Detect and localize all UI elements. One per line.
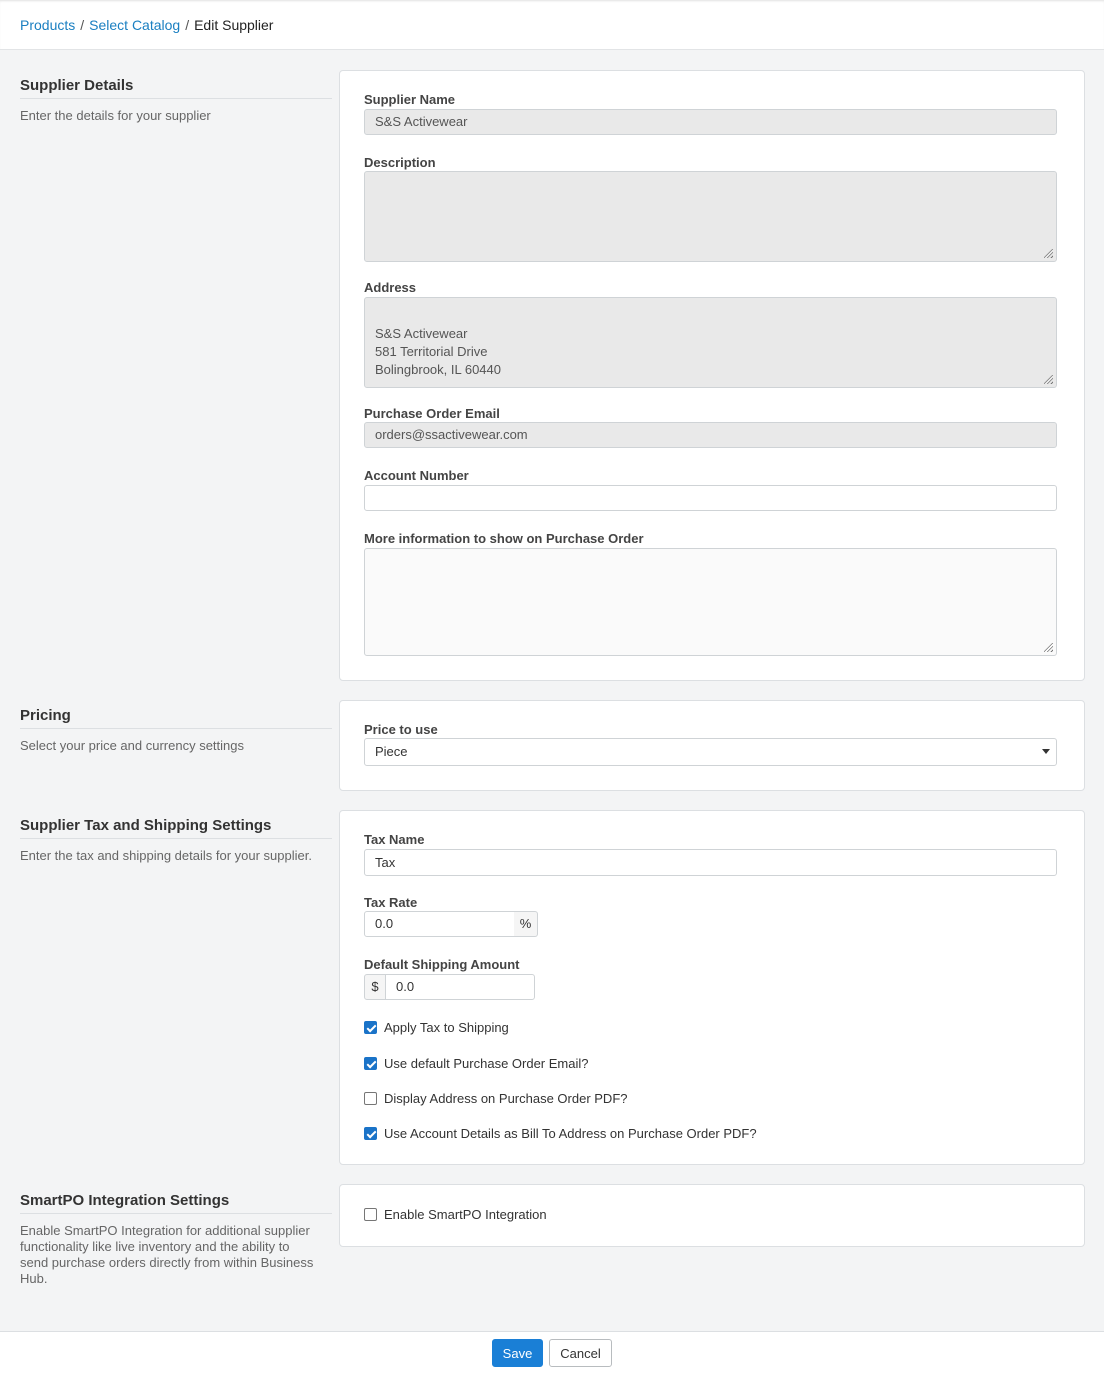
dollar-addon: $ <box>364 974 386 1000</box>
breadcrumb-link-products[interactable]: Products <box>20 17 75 33</box>
footer-bar: Save Cancel <box>0 1331 1104 1375</box>
resize-handle-icon[interactable] <box>1044 643 1053 652</box>
save-button[interactable]: Save <box>492 1339 543 1367</box>
tax-name-input[interactable]: Tax <box>364 849 1057 876</box>
smartpo-title: SmartPO Integration Settings <box>20 1192 332 1214</box>
smartpo-description: Enable SmartPO Integration for additiona… <box>20 1223 314 1286</box>
account-number-input[interactable] <box>364 485 1057 511</box>
shipping-label: Default Shipping Amount <box>364 957 520 972</box>
smartpo-checkbox[interactable] <box>364 1208 377 1221</box>
smartpo-label: Enable SmartPO Integration <box>384 1207 547 1222</box>
more-info-label: More information to show on Purchase Ord… <box>364 531 644 546</box>
supplier-details-title: Supplier Details <box>20 77 332 99</box>
pricing-intro: Pricing Select your price and currency s… <box>20 707 332 754</box>
smartpo-intro: SmartPO Integration Settings Enable Smar… <box>20 1192 332 1287</box>
supplier-name-label: Supplier Name <box>364 92 456 107</box>
address-label: Address <box>364 280 417 295</box>
apply-tax-shipping-label: Apply Tax to Shipping <box>384 1020 509 1035</box>
default-po-email-checkbox[interactable] <box>364 1057 377 1070</box>
breadcrumb-link-select-catalog[interactable]: Select Catalog <box>89 17 180 33</box>
smartpo-card: Enable SmartPO Integration <box>339 1184 1085 1247</box>
pricing-description: Select your price and currency settings <box>20 738 244 753</box>
po-email-input[interactable]: orders@ssactivewear.com <box>364 422 1057 448</box>
tax-shipping-intro: Supplier Tax and Shipping Settings Enter… <box>20 817 332 864</box>
breadcrumb: Products / Select Catalog / Edit Supplier <box>20 17 273 33</box>
price-to-use-select[interactable]: Piece <box>364 738 1057 766</box>
breadcrumb-separator: / <box>80 17 85 33</box>
supplier-details-intro: Supplier Details Enter the details for y… <box>20 77 332 124</box>
apply-tax-shipping-checkbox[interactable] <box>364 1021 377 1034</box>
resize-handle-icon[interactable] <box>1044 249 1053 258</box>
more-info-textarea[interactable] <box>364 548 1057 656</box>
percent-addon: % <box>514 911 538 937</box>
breadcrumb-current: Edit Supplier <box>194 17 274 33</box>
po-email-label: Purchase Order Email <box>364 406 500 421</box>
price-to-use-label: Price to use <box>364 722 438 737</box>
description-textarea[interactable] <box>364 171 1057 262</box>
tax-name-label: Tax Name <box>364 832 425 847</box>
account-number-label: Account Number <box>364 468 469 483</box>
shipping-input[interactable]: 0.0 <box>385 974 535 1000</box>
address-textarea[interactable]: S&S Activewear 581 Territorial Drive Bol… <box>364 297 1057 388</box>
tax-shipping-title: Supplier Tax and Shipping Settings <box>20 817 332 839</box>
display-address-checkbox[interactable] <box>364 1092 377 1105</box>
tax-rate-label: Tax Rate <box>364 895 418 910</box>
supplier-details-card: Supplier Name S&S Activewear Description… <box>339 70 1085 681</box>
pricing-title: Pricing <box>20 707 332 729</box>
description-label: Description <box>364 155 436 170</box>
account-bill-to-label: Use Account Details as Bill To Address o… <box>384 1126 757 1141</box>
supplier-name-input[interactable]: S&S Activewear <box>364 109 1057 135</box>
default-po-email-label: Use default Purchase Order Email? <box>384 1056 589 1071</box>
address-value: S&S Activewear 581 Territorial Drive Bol… <box>375 326 502 377</box>
supplier-details-description: Enter the details for your supplier <box>20 108 211 123</box>
cancel-button[interactable]: Cancel <box>549 1339 612 1367</box>
tax-rate-input[interactable]: 0.0 <box>364 911 515 937</box>
caret-down-icon <box>1042 749 1050 754</box>
tax-shipping-description: Enter the tax and shipping details for y… <box>20 848 312 863</box>
breadcrumb-separator: / <box>185 17 190 33</box>
resize-handle-icon[interactable] <box>1044 375 1053 384</box>
account-bill-to-checkbox[interactable] <box>364 1127 377 1140</box>
display-address-label: Display Address on Purchase Order PDF? <box>384 1091 628 1106</box>
tax-shipping-card: Tax Name Tax Tax Rate 0.0 % Default Ship… <box>339 810 1085 1165</box>
pricing-card: Price to use Piece <box>339 700 1085 791</box>
top-bar: Products / Select Catalog / Edit Supplier <box>0 0 1104 50</box>
price-to-use-value: Piece <box>375 744 408 759</box>
